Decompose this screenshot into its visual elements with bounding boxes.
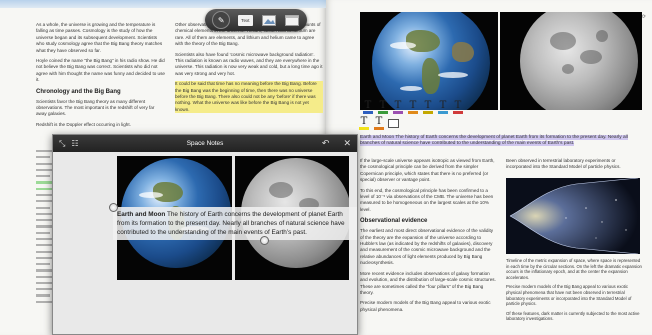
text-color-icon: T xyxy=(394,100,402,111)
text-color-icon: T xyxy=(409,100,417,111)
page-corner-icon[interactable]: ⟳ xyxy=(642,14,646,20)
highlight-palette: TTTTTTT xyxy=(362,101,464,114)
color-bar xyxy=(423,111,433,114)
left-intro-2: Hoyle coined the name “the Big Bang” in … xyxy=(36,58,165,83)
pen-icon: ✎ xyxy=(217,15,225,25)
notes-icon xyxy=(284,14,299,26)
highlight-color-swatch[interactable]: T xyxy=(437,101,449,114)
text-color-icon: T xyxy=(439,100,447,111)
middle-text-column: Other observations that support the Big … xyxy=(175,22,323,117)
notes-header: ⤡ ☷ Space Notes ↶ ✕ xyxy=(53,135,357,152)
earth-image xyxy=(360,12,498,110)
text-tool-button[interactable]: Text xyxy=(237,13,253,27)
highlight-color-swatch[interactable]: T xyxy=(362,101,374,114)
color-bar xyxy=(408,111,418,114)
selection-handle-end[interactable] xyxy=(260,236,269,245)
moon-image xyxy=(500,12,642,110)
highlight-color-swatch[interactable]: T xyxy=(377,101,389,114)
notes-caption-title: Earth and Moon xyxy=(117,211,166,218)
image-icon xyxy=(261,14,276,26)
text-color-icon: T xyxy=(454,100,462,111)
observational-heading: Observational evidence xyxy=(360,218,428,225)
highlight-color-swatch[interactable]: T xyxy=(407,101,419,114)
right-col-1: If the large-scale universe appears isot… xyxy=(360,158,498,317)
text-color-icon: T xyxy=(364,100,372,111)
text-tool-label: Text xyxy=(237,14,253,26)
selection-handle-start[interactable] xyxy=(109,203,118,212)
image-tool-button[interactable] xyxy=(261,13,277,27)
highlight-color-swatch[interactable]: T xyxy=(422,101,434,114)
timeline-graphic xyxy=(509,178,639,254)
notes-tool-button[interactable] xyxy=(284,13,300,27)
timeline-diagram xyxy=(506,178,640,254)
notes-caption[interactable]: Earth and Moon The history of Earth conc… xyxy=(113,207,357,240)
left-redshift: Redshift is the Doppler effect occurring… xyxy=(36,121,131,127)
space-notes-window: ⤡ ☷ Space Notes ↶ ✕ Earth and Moon The h… xyxy=(52,134,358,335)
highlight-color-swatch[interactable]: T xyxy=(452,101,464,114)
text-color-icon: T xyxy=(424,100,432,111)
text-color-icon: T xyxy=(375,116,383,127)
text-color-icon: T xyxy=(360,116,368,127)
left-chronology: Scientists favor the Big Bang theory as … xyxy=(36,98,155,117)
reader-toolbar: ✎ Text xyxy=(205,9,307,31)
right-col-2-lower: Timeline of the metric expansion of spac… xyxy=(506,258,642,322)
left-text-column: As a whole, the universe is growing and … xyxy=(36,22,166,132)
copy-icon[interactable] xyxy=(388,119,399,128)
top-bar xyxy=(0,0,326,8)
color-bar xyxy=(374,127,384,130)
undo-icon[interactable]: ↶ xyxy=(322,138,330,149)
right-page: ⟳ Earth and Moon The history of Earth co… xyxy=(326,0,652,335)
color-bar xyxy=(363,111,373,114)
left-heading: Chronology and the Big Bang xyxy=(36,88,121,95)
highlight-color-swatch[interactable]: T xyxy=(392,101,404,114)
color-bar xyxy=(438,111,448,114)
notes-body[interactable]: Earth and Moon The history of Earth conc… xyxy=(53,152,357,334)
color-bar xyxy=(453,111,463,114)
left-intro: As a whole, the universe is growing and … xyxy=(36,22,163,53)
right-col-2: Been observed in terrestrial laboratory … xyxy=(506,158,621,170)
mid-p3: It could be said that time has no meanin… xyxy=(175,81,323,114)
mid-p2: Scientists also have found ‘cosmic micro… xyxy=(175,51,323,76)
color-bar xyxy=(378,111,388,114)
notes-title: Space Notes xyxy=(186,140,224,147)
close-icon[interactable]: ✕ xyxy=(343,138,351,149)
color-bar xyxy=(393,111,403,114)
color-bar xyxy=(359,127,369,130)
highlight-color-swatch[interactable]: T xyxy=(373,117,385,130)
text-color-icon: T xyxy=(379,100,387,111)
timeline-caption: Timeline of the metric expansion of spac… xyxy=(506,258,642,280)
highlight-palette-row-2: TT xyxy=(358,117,399,130)
earth-moon-caption: Earth and Moon The history of Earth conc… xyxy=(360,135,628,147)
highlight-color-swatch[interactable]: T xyxy=(358,117,370,130)
pen-tool-button[interactable]: ✎ xyxy=(212,11,231,29)
